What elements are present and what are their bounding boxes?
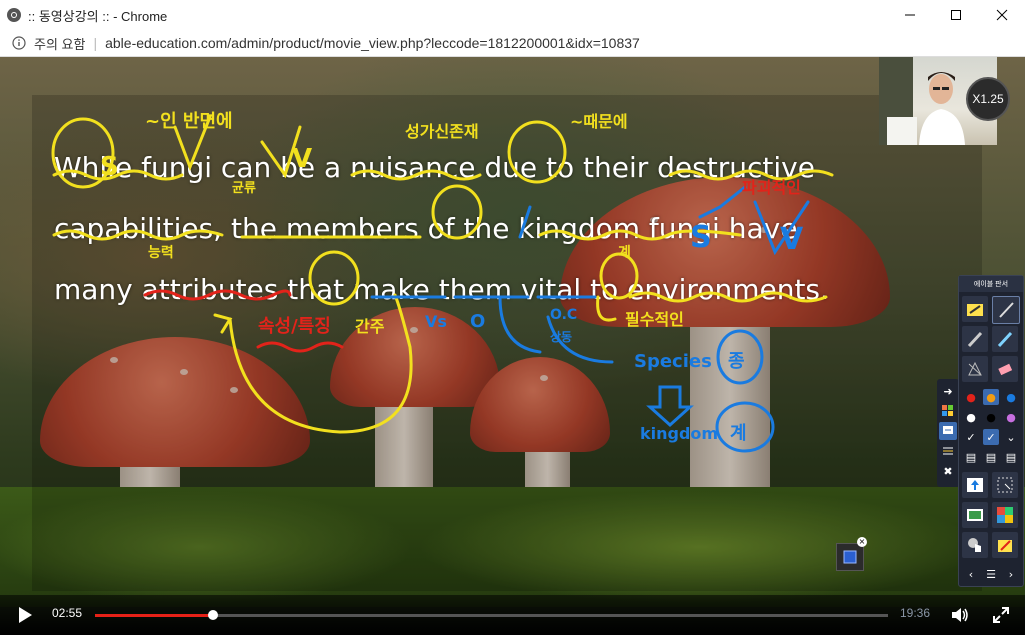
- pen-panel-header: 에이블 판서: [959, 276, 1023, 292]
- pen-width-icon[interactable]: ✓: [983, 429, 999, 445]
- chrome-app-icon: [7, 8, 21, 22]
- arrow-right-icon[interactable]: ➜: [939, 382, 957, 400]
- pencil-note-icon[interactable]: [992, 532, 1018, 558]
- minimize-icon: [905, 14, 915, 16]
- fullscreen-button[interactable]: [990, 604, 1012, 626]
- highlighter-icon[interactable]: [992, 326, 1018, 352]
- list-icon[interactable]: [939, 442, 957, 460]
- blue-ink-icon[interactable]: ●: [1003, 389, 1019, 405]
- hand-pointer-icon[interactable]: [962, 532, 988, 558]
- pen-tool-panel: 에이블 판서 ● ● ● ● ● ● ✓ ✓ ⌄ ▤ ▤ ▤ ‹ ☰ ›: [958, 275, 1024, 587]
- whiteboard-icon[interactable]: [939, 422, 957, 440]
- player-controls: 02:55 19:36: [0, 595, 1025, 635]
- chevron-down-icon[interactable]: ⌄: [1003, 429, 1019, 445]
- video-player[interactable]: While fungi can be a nuisance due to the…: [0, 57, 1025, 635]
- whiteboard-pen-icon[interactable]: [962, 296, 988, 322]
- image-insert-icon[interactable]: [962, 502, 988, 528]
- maximize-icon: [951, 10, 961, 20]
- volume-button[interactable]: [950, 604, 970, 626]
- fullscreen-icon: [993, 607, 1009, 623]
- screen-capture-icon[interactable]: ▤: [963, 449, 979, 465]
- floating-close-icon[interactable]: ×: [857, 537, 867, 547]
- check-icon[interactable]: ✓: [963, 429, 979, 445]
- floating-stop-button[interactable]: [836, 543, 864, 571]
- chevron-right-icon[interactable]: ›: [1003, 566, 1019, 582]
- eraser-icon[interactable]: [992, 356, 1018, 382]
- playback-speed-button[interactable]: X1.25: [966, 77, 1010, 121]
- window-title: :: 동영상강의 :: - Chrome: [28, 8, 168, 24]
- color-palette-icon[interactable]: ●: [1003, 409, 1019, 425]
- shape-eraser-icon[interactable]: [962, 356, 988, 382]
- menu-toggle-icon[interactable]: ☰: [983, 566, 999, 582]
- play-icon: [19, 607, 32, 623]
- close-toolbar-icon[interactable]: ✖: [939, 462, 957, 480]
- volume-icon: [952, 608, 968, 622]
- line-pen-icon[interactable]: [992, 296, 1020, 324]
- play-button[interactable]: [14, 604, 36, 626]
- info-icon[interactable]: [12, 36, 26, 50]
- progress-bar[interactable]: [95, 610, 888, 620]
- progress-fill: [95, 614, 213, 617]
- stop-icon: [843, 550, 857, 564]
- url-text[interactable]: able-education.com/admin/product/movie_v…: [105, 35, 640, 51]
- brush-icon[interactable]: [962, 326, 988, 352]
- select-area-icon[interactable]: [992, 472, 1018, 498]
- address-bar[interactable]: 주의 요함 | able-education.com/admin/product…: [0, 30, 1025, 57]
- screen-share-icon[interactable]: ▤: [1003, 449, 1019, 465]
- security-warning-label[interactable]: 주의 요함: [34, 34, 85, 53]
- black-ink-icon[interactable]: ●: [983, 409, 999, 425]
- window-title-bar: :: 동영상강의 :: - Chrome: [0, 0, 1025, 30]
- orange-ink-icon[interactable]: ●: [983, 389, 999, 405]
- address-separator: |: [93, 35, 98, 51]
- windows-icon[interactable]: [939, 402, 957, 420]
- red-ink-icon[interactable]: ●: [963, 389, 979, 405]
- chevron-left-icon[interactable]: ‹: [963, 566, 979, 582]
- progress-handle[interactable]: [207, 610, 218, 620]
- annotation-side-toolbar: ➜ ✖: [937, 379, 959, 487]
- current-time: 02:55: [52, 606, 83, 620]
- screen-record-icon[interactable]: ▤: [983, 449, 999, 465]
- lecture-text: While fungi can be a nuisance due to the…: [54, 137, 914, 320]
- close-icon: [996, 9, 1008, 21]
- close-button[interactable]: [979, 0, 1025, 30]
- maximize-button[interactable]: [933, 0, 979, 30]
- total-time: 19:36: [900, 606, 931, 620]
- minimize-button[interactable]: [887, 0, 933, 30]
- upload-icon[interactable]: [962, 472, 988, 498]
- lecture-line-3: many attributes that make them vital to …: [54, 273, 829, 306]
- lecture-line-1: While fungi can be a nuisance due to the…: [54, 151, 815, 184]
- background-color-icon[interactable]: [992, 502, 1018, 528]
- window-controls: [887, 0, 1025, 30]
- lecture-line-2: capabilities, the members of the kingdom…: [54, 212, 798, 245]
- white-ink-icon[interactable]: ●: [963, 409, 979, 425]
